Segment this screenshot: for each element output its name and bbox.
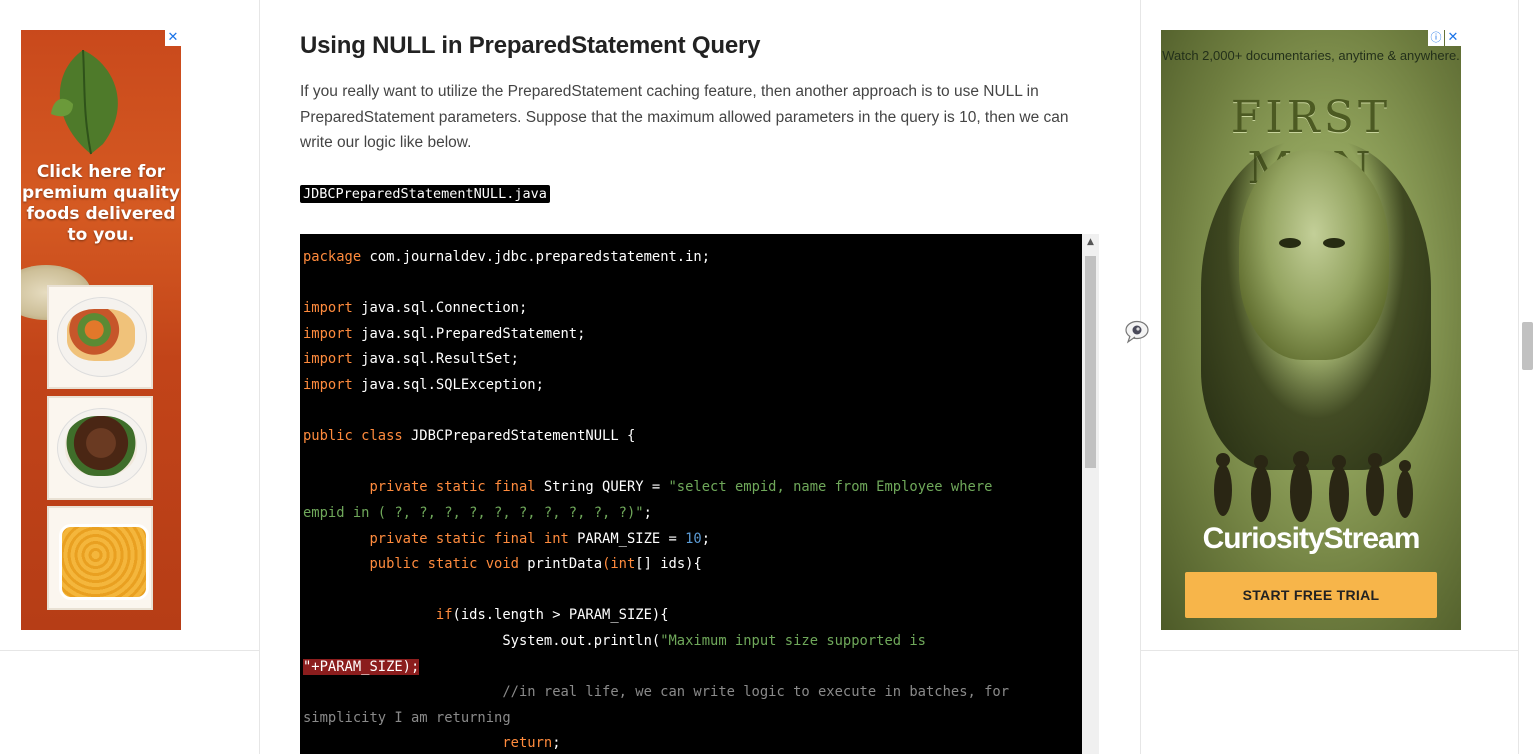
code-token: PARAM_SIZE = (568, 530, 686, 547)
basil-leaf-image (51, 49, 118, 155)
code-line: return; (303, 735, 561, 752)
code-token: public class (303, 428, 403, 445)
code-token: ; (701, 530, 711, 547)
code-scrollbar-thumb[interactable] (1085, 256, 1096, 468)
code-token: printData (518, 556, 603, 573)
code-token: JDBCPreparedStatementNULL { (402, 428, 636, 445)
ad-right-brand: CuriosityStream (1202, 522, 1421, 555)
code-token: ; (552, 735, 561, 752)
scroll-up-arrow-icon[interactable]: ▲ (1082, 234, 1099, 251)
ad-left-close-icon[interactable]: ✕ (165, 30, 181, 46)
code-token: com.journaldev.jdbc.preparedstatement.in… (361, 249, 711, 265)
chat-bubble-icon[interactable] (1124, 320, 1150, 344)
code-token: (int (602, 556, 636, 573)
code-token: empid in ( ?, ?, ?, ?, ?, ?, ?, ?, ?, ?)… (303, 504, 644, 521)
code-line: empid in ( ?, ?, ?, ?, ?, ?, ?, ?, ?, ?)… (303, 505, 652, 521)
code-line: //in real life, we can write logic to ex… (303, 684, 1009, 700)
face-image (1239, 150, 1389, 360)
code-line: private static final int PARAM_SIZE = 10… (303, 531, 710, 547)
code-line: if(ids.length > PARAM_SIZE){ (303, 607, 669, 623)
code-line: import java.sql.SQLException; (303, 377, 544, 393)
code-block[interactable]: package com.journaldev.jdbc.preparedstat… (300, 234, 1099, 754)
code-line: import java.sql.PreparedStatement; (303, 326, 585, 342)
code-block-scrollbar[interactable]: ▲ (1082, 234, 1099, 754)
sidebar-left-divider (0, 650, 259, 651)
code-token: java.sql.PreparedStatement; (352, 325, 586, 342)
ad-right-close-icon[interactable]: ✕ (1445, 30, 1461, 46)
code-content[interactable]: package com.journaldev.jdbc.preparedstat… (303, 245, 1081, 754)
ad-left-headline: Click here for premium quality foods del… (22, 162, 180, 245)
code-line: public class JDBCPreparedStatementNULL { (303, 428, 635, 444)
code-token: System.out.println( (303, 632, 661, 649)
code-token: [] ids){ (635, 556, 702, 573)
adchoices-icon[interactable]: ⓘ (1428, 30, 1444, 46)
code-token: import (303, 376, 353, 393)
code-token: import (303, 325, 353, 342)
left-eye-image (1279, 238, 1301, 248)
code-token: String QUERY = (535, 479, 669, 496)
ad-right-tagline: Watch 2,000+ documentaries, anytime & an… (1162, 48, 1460, 63)
page-scrollbar-thumb[interactable] (1522, 322, 1533, 370)
sidebar-right-divider (1141, 650, 1519, 651)
code-line: package com.journaldev.jdbc.preparedstat… (303, 249, 710, 265)
code-token: public static void (369, 556, 519, 573)
code-token: java.sql.ResultSet; (352, 351, 519, 368)
code-token: import (303, 351, 353, 368)
code-token: if (435, 607, 453, 624)
code-token: return (502, 735, 553, 752)
code-token: private static final (369, 479, 536, 496)
food-tile-pot-roast (47, 396, 153, 500)
advertisement-right[interactable]: Watch 2,000+ documentaries, anytime & an… (1161, 30, 1461, 630)
runners-image (1214, 451, 1413, 522)
code-line: private static final String QUERY = "sel… (303, 479, 992, 495)
code-line: import java.sql.ResultSet; (303, 351, 519, 367)
code-line: "+PARAM_SIZE); (303, 658, 420, 675)
code-line: public static void printData(int[] ids){ (303, 556, 702, 573)
code-line: System.out.println("Maximum input size s… (303, 633, 926, 649)
right-eye-image (1323, 238, 1345, 248)
code-token: "+PARAM_SIZE); (303, 658, 420, 675)
code-token: //in real life, we can write logic to ex… (303, 684, 1010, 701)
code-token: package (303, 249, 362, 265)
page-scrollbar[interactable] (1519, 0, 1536, 754)
code-token: private static final int (369, 530, 569, 547)
start-free-trial-button[interactable]: START FREE TRIAL (1185, 572, 1437, 618)
code-token: "Maximum input size supported is (660, 632, 926, 649)
column-divider-left (259, 0, 260, 754)
section-heading: Using NULL in PreparedStatement Query (300, 32, 761, 59)
code-token: java.sql.Connection; (352, 300, 528, 317)
code-token: 10 (685, 530, 702, 547)
section-paragraph: If you really want to utilize the Prepar… (300, 83, 1069, 152)
food-tile-vegetables (47, 285, 153, 389)
code-token: ; (643, 504, 652, 521)
code-token: simplicity I am returning (303, 709, 511, 726)
code-token: java.sql.SQLException; (352, 376, 544, 393)
code-line: import java.sql.Connection; (303, 300, 527, 316)
code-token: (ids.length > PARAM_SIZE){ (452, 607, 669, 624)
food-tile-mac-and-cheese (47, 506, 153, 610)
advertisement-left[interactable]: Click here for premium quality foods del… (21, 30, 181, 630)
code-token: import (303, 300, 353, 317)
column-divider-right (1140, 0, 1141, 754)
code-filename-label: JDBCPreparedStatementNULL.java (300, 185, 550, 203)
code-line: simplicity I am returning (303, 710, 511, 726)
code-token: "select empid, name from Employee where (668, 479, 993, 496)
